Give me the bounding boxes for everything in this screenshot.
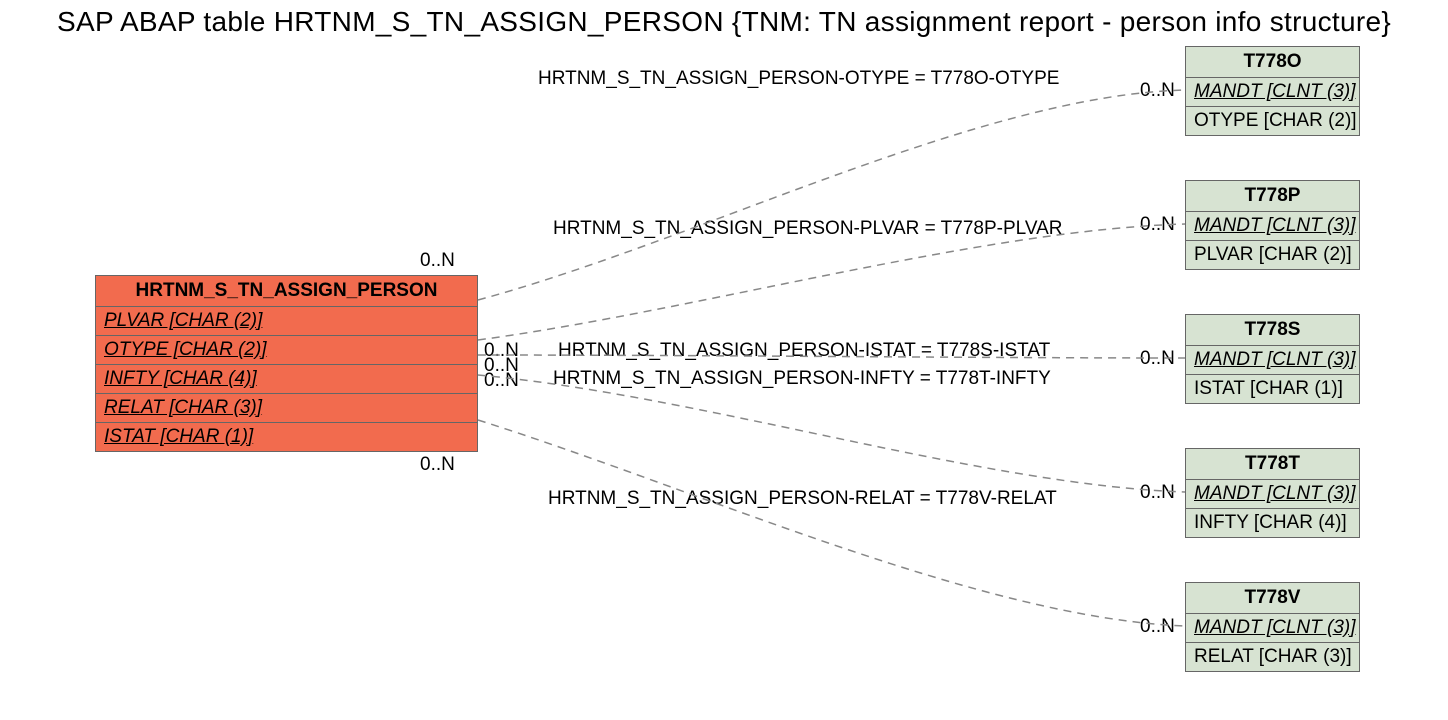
entity-t778p: T778P MANDT [CLNT (3)] PLVAR [CHAR (2)]: [1185, 180, 1360, 270]
entity-field: ISTAT [CHAR (1)]: [1186, 375, 1359, 403]
field-mandt: MANDT [CLNT (3)]: [1194, 215, 1356, 236]
entity-field: PLVAR [CHAR (2)]: [96, 307, 477, 336]
cardinality-right: 0..N: [1140, 616, 1175, 638]
entity-field: MANDT [CLNT (3)]: [1186, 480, 1359, 509]
entity-header: T778O: [1186, 47, 1359, 78]
field-mandt: MANDT [CLNT (3)]: [1194, 617, 1356, 638]
entity-header: T778V: [1186, 583, 1359, 614]
cardinality-right: 0..N: [1140, 80, 1175, 102]
entity-header: HRTNM_S_TN_ASSIGN_PERSON: [96, 276, 477, 307]
cardinality-left: 0..N: [420, 250, 455, 272]
relation-label-plvar: HRTNM_S_TN_ASSIGN_PERSON-PLVAR = T778P-P…: [553, 218, 1062, 240]
entity-field: MANDT [CLNT (3)]: [1186, 78, 1359, 107]
entity-header: T778P: [1186, 181, 1359, 212]
field-otype: OTYPE [CHAR (2)]: [104, 339, 267, 360]
connector-line: [478, 90, 1185, 300]
field-relat: RELAT [CHAR (3)]: [104, 397, 262, 418]
field-infty: INFTY [CHAR (4)]: [1194, 512, 1347, 533]
entity-t778s: T778S MANDT [CLNT (3)] ISTAT [CHAR (1)]: [1185, 314, 1360, 404]
entity-field: MANDT [CLNT (3)]: [1186, 212, 1359, 241]
cardinality-right: 0..N: [1140, 348, 1175, 370]
entity-t778v: T778V MANDT [CLNT (3)] RELAT [CHAR (3)]: [1185, 582, 1360, 672]
cardinality-right: 0..N: [1140, 482, 1175, 504]
field-infty: INFTY [CHAR (4)]: [104, 368, 257, 389]
entity-field: ISTAT [CHAR (1)]: [96, 423, 477, 451]
relation-label-otype: HRTNM_S_TN_ASSIGN_PERSON-OTYPE = T778O-O…: [538, 68, 1059, 90]
field-istat: ISTAT [CHAR (1)]: [104, 426, 253, 447]
entity-field: INFTY [CHAR (4)]: [96, 365, 477, 394]
cardinality-left: 0..N: [420, 454, 455, 476]
field-mandt: MANDT [CLNT (3)]: [1194, 349, 1356, 370]
entity-t778o: T778O MANDT [CLNT (3)] OTYPE [CHAR (2)]: [1185, 46, 1360, 136]
connector-line: [478, 224, 1185, 340]
connector-line: [478, 375, 1185, 492]
entity-field: PLVAR [CHAR (2)]: [1186, 241, 1359, 269]
connector-line: [478, 420, 1185, 626]
entity-header: T778S: [1186, 315, 1359, 346]
relation-label-istat: HRTNM_S_TN_ASSIGN_PERSON-ISTAT = T778S-I…: [558, 340, 1050, 362]
field-plvar: PLVAR [CHAR (2)]: [104, 310, 262, 331]
relation-label-infty: HRTNM_S_TN_ASSIGN_PERSON-INFTY = T778T-I…: [553, 368, 1051, 390]
cardinality-left: 0..N: [484, 370, 519, 392]
diagram-title: SAP ABAP table HRTNM_S_TN_ASSIGN_PERSON …: [0, 6, 1448, 38]
field-mandt: MANDT [CLNT (3)]: [1194, 81, 1356, 102]
entity-field: OTYPE [CHAR (2)]: [96, 336, 477, 365]
field-relat: RELAT [CHAR (3)]: [1194, 646, 1352, 667]
relation-label-relat: HRTNM_S_TN_ASSIGN_PERSON-RELAT = T778V-R…: [548, 488, 1057, 510]
entity-hrtnm-s-tn-assign-person: HRTNM_S_TN_ASSIGN_PERSON PLVAR [CHAR (2)…: [95, 275, 478, 452]
field-mandt: MANDT [CLNT (3)]: [1194, 483, 1356, 504]
field-istat: ISTAT [CHAR (1)]: [1194, 378, 1343, 399]
entity-t778t: T778T MANDT [CLNT (3)] INFTY [CHAR (4)]: [1185, 448, 1360, 538]
entity-field: RELAT [CHAR (3)]: [96, 394, 477, 423]
entity-field: INFTY [CHAR (4)]: [1186, 509, 1359, 537]
field-otype: OTYPE [CHAR (2)]: [1194, 110, 1357, 131]
field-plvar: PLVAR [CHAR (2)]: [1194, 244, 1352, 265]
entity-field: MANDT [CLNT (3)]: [1186, 614, 1359, 643]
cardinality-right: 0..N: [1140, 214, 1175, 236]
entity-field: OTYPE [CHAR (2)]: [1186, 107, 1359, 135]
entity-field: MANDT [CLNT (3)]: [1186, 346, 1359, 375]
entity-header: T778T: [1186, 449, 1359, 480]
entity-field: RELAT [CHAR (3)]: [1186, 643, 1359, 671]
